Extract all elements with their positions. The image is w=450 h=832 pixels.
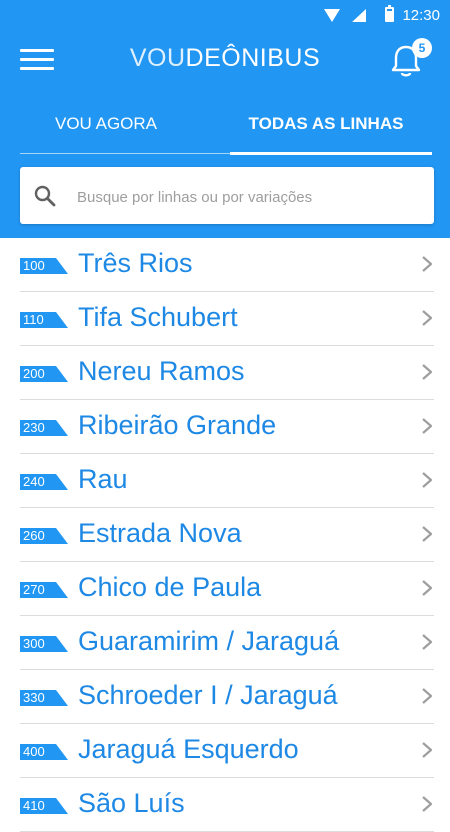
chevron-right-icon <box>422 688 433 704</box>
line-name: Ribeirão Grande <box>78 410 277 440</box>
tab-bar: VOU AGORA TODAS AS LINHAS <box>0 90 450 156</box>
line-row[interactable]: 110 Tifa Schubert <box>20 292 434 346</box>
status-bar: 12:30 <box>0 0 450 32</box>
chevron-right-icon <box>422 742 433 758</box>
chevron-right-icon <box>422 796 433 812</box>
line-number: 240 <box>23 474 45 489</box>
line-row[interactable]: 270 Chico de Paula <box>20 562 434 616</box>
line-name: Chico de Paula <box>78 572 262 602</box>
line-row[interactable]: 330 Schroeder I / Jaraguá <box>20 670 434 724</box>
line-row[interactable]: 300 Guaramirim / Jaraguá <box>20 616 434 670</box>
line-name: Guaramirim / Jaraguá <box>78 626 340 656</box>
line-name: São Luís <box>78 788 185 818</box>
tab-vou-agora[interactable]: VOU AGORA <box>20 114 192 134</box>
chevron-right-icon <box>422 634 433 650</box>
chevron-right-icon <box>422 418 433 434</box>
chevron-right-icon <box>422 580 433 596</box>
chevron-right-icon <box>422 310 433 326</box>
line-row[interactable]: 240 Rau <box>20 454 434 508</box>
line-row[interactable]: 260 Estrada Nova <box>20 508 434 562</box>
line-number: 110 <box>23 312 44 327</box>
search-icon <box>34 185 56 207</box>
line-number: 270 <box>23 582 45 597</box>
app-bar: VOUDEÔNIBUS 5 <box>0 32 450 88</box>
line-name: Estrada Nova <box>78 518 242 548</box>
line-number: 300 <box>23 636 45 651</box>
tab-active-indicator <box>230 152 432 155</box>
line-row[interactable]: 410 São Luís <box>20 778 434 832</box>
line-number: 410 <box>23 798 45 813</box>
line-row[interactable]: 400 Jaraguá Esquerdo <box>20 724 434 778</box>
search-input[interactable] <box>75 181 419 213</box>
line-row[interactable]: 230 Ribeirão Grande <box>20 400 434 454</box>
chevron-right-icon <box>422 526 433 542</box>
line-number: 230 <box>23 420 45 435</box>
line-name: Jaraguá Esquerdo <box>78 734 299 764</box>
chevron-right-icon <box>422 364 433 380</box>
line-name: Nereu Ramos <box>78 356 245 386</box>
line-number: 260 <box>23 528 45 543</box>
line-row[interactable]: 200 Nereu Ramos <box>20 346 434 400</box>
notification-badge: 5 <box>412 38 432 58</box>
line-name: Schroeder I / Jaraguá <box>78 680 338 710</box>
line-row[interactable]: 100 Três Rios <box>20 238 434 292</box>
line-name: Três Rios <box>78 248 193 278</box>
chevron-right-icon <box>422 256 433 272</box>
status-time: 12:30 <box>402 7 440 24</box>
line-name: Tifa Schubert <box>78 302 238 332</box>
signal-icon <box>352 9 366 22</box>
tab-todas-as-linhas[interactable]: TODAS AS LINHAS <box>230 114 422 134</box>
chevron-right-icon <box>422 472 433 488</box>
line-name: Rau <box>78 464 128 494</box>
wifi-icon <box>324 9 340 22</box>
line-number: 200 <box>23 366 45 381</box>
line-number: 100 <box>23 258 45 273</box>
line-number: 400 <box>23 744 45 759</box>
search-box[interactable] <box>20 167 434 224</box>
battery-icon <box>385 5 394 22</box>
notifications-button[interactable]: 5 <box>388 38 432 80</box>
header: 12:30 VOUDEÔNIBUS 5 VOU AGORA TODAS AS L… <box>0 0 450 238</box>
app-logo: VOUDEÔNIBUS <box>129 44 321 72</box>
line-number: 330 <box>23 690 45 705</box>
